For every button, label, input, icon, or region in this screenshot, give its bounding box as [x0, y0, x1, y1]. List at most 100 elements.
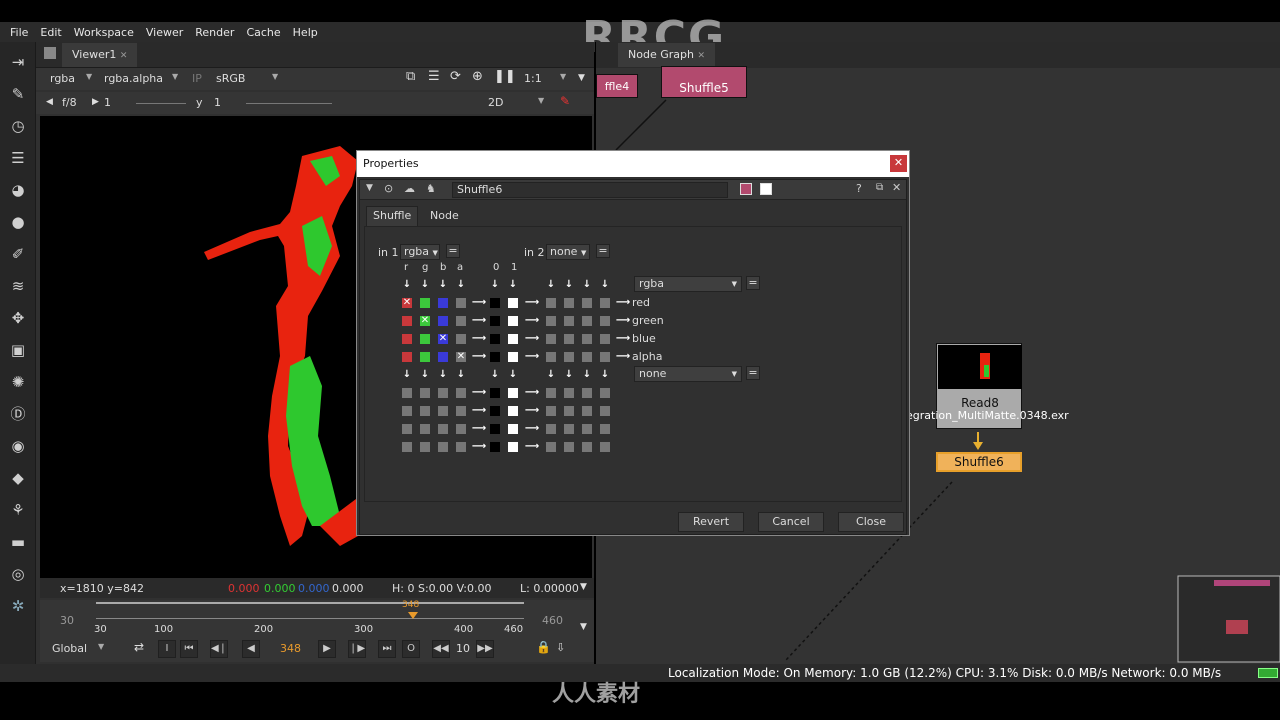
matrix-cell[interactable] — [546, 424, 556, 434]
play-forward-icon[interactable]: ▶ — [318, 640, 336, 658]
time-icon[interactable]: ◷ — [8, 116, 28, 136]
matrix-cell[interactable] — [456, 388, 466, 398]
current-frame-field[interactable]: 348 — [280, 642, 301, 655]
shuffle-matrix[interactable]: ↓ ↓ ↓ ↓ ↓ ↓ ↓ ↓ ↓ ↓ ✕ ⟶ ⟶ ⟶ ✕ ⟶ ⟶ ⟶ ✕ ⟶ ⟶ ⟶ ✕ ⟶ ⟶ ⟶ ↓ ↓ ↓ ↓ ↓ ↓ ↓ ↓ ↓ ↓ ⟶ ⟶ ⟶ ⟶… — [360, 180, 906, 534]
matrix-cell[interactable]: ✕ — [402, 298, 412, 308]
matrix-cell[interactable] — [582, 352, 592, 362]
matrix-cell[interactable] — [456, 442, 466, 452]
matrix-cell[interactable] — [600, 352, 610, 362]
matrix-cell-one[interactable] — [508, 298, 518, 308]
info-dropdown-icon[interactable]: ▼ — [580, 582, 587, 592]
pause-icon[interactable]: ❚❚ — [494, 69, 516, 84]
matrix-cell-one[interactable] — [508, 352, 518, 362]
cancel-button[interactable]: Cancel — [758, 512, 824, 532]
matrix-cell[interactable] — [438, 406, 448, 416]
menu-render[interactable]: Render — [189, 26, 240, 39]
matrix-cell-one[interactable] — [508, 334, 518, 344]
matrix-cell-one[interactable] — [508, 424, 518, 434]
dialog-titlebar[interactable]: Properties ✕ — [357, 151, 909, 177]
menu-cache[interactable]: Cache — [240, 26, 286, 39]
matrix-cell-zero[interactable] — [490, 334, 500, 344]
matrix-cell[interactable] — [546, 298, 556, 308]
matrix-cell[interactable] — [564, 388, 574, 398]
matrix-cell-zero[interactable] — [490, 316, 500, 326]
matrix-cell[interactable] — [420, 442, 430, 452]
matrix-cell[interactable] — [546, 316, 556, 326]
matrix-cell-zero[interactable] — [490, 352, 500, 362]
matrix-cell-zero[interactable] — [490, 298, 500, 308]
matrix-cell[interactable] — [600, 334, 610, 344]
close-button[interactable]: Close — [838, 512, 904, 532]
matrix-cell[interactable] — [420, 388, 430, 398]
frame-step-field[interactable]: 10 — [456, 642, 470, 655]
matrix-cell[interactable] — [456, 334, 466, 344]
filter-icon[interactable]: ● — [8, 212, 28, 232]
transform-icon[interactable]: ✥ — [8, 308, 28, 328]
plugins-icon[interactable]: ✲ — [8, 596, 28, 616]
fstop-left-icon[interactable]: ◀ — [46, 97, 53, 107]
matrix-cell[interactable] — [402, 388, 412, 398]
tab-viewer1[interactable]: Viewer1 ✕ — [62, 43, 138, 67]
matrix-cell[interactable] — [600, 298, 610, 308]
matrix-cell[interactable] — [582, 334, 592, 344]
3d-icon[interactable]: ▣ — [8, 340, 28, 360]
fstop-right-icon[interactable]: ▶ — [92, 97, 99, 107]
timeline[interactable]: 30 460 30 100 200 300 400 460 348 ▼ — [40, 600, 594, 638]
matrix-cell[interactable] — [438, 424, 448, 434]
gain-value[interactable]: 1 — [104, 96, 111, 109]
matrix-cell[interactable] — [420, 334, 430, 344]
matrix-cell[interactable] — [456, 424, 466, 434]
toolsets-icon[interactable]: ⚘ — [8, 500, 28, 520]
matrix-cell[interactable] — [582, 388, 592, 398]
timeline-menu-icon[interactable]: ▼ — [580, 622, 587, 632]
menu-help[interactable]: Help — [287, 26, 324, 39]
matrix-cell[interactable] — [402, 334, 412, 344]
matrix-cell[interactable] — [582, 406, 592, 416]
matrix-cell[interactable] — [582, 424, 592, 434]
matrix-cell[interactable] — [564, 298, 574, 308]
playhead[interactable] — [408, 612, 418, 619]
scope-select[interactable]: Global — [52, 642, 87, 655]
cache-icon[interactable]: ⇩ — [556, 641, 565, 654]
step-back-icon[interactable]: ◀ — [242, 640, 260, 658]
matrix-cell[interactable] — [420, 298, 430, 308]
matrix-cell[interactable] — [546, 406, 556, 416]
matrix-cell[interactable] — [438, 316, 448, 326]
menu-file[interactable]: File — [4, 26, 34, 39]
wipe-icon[interactable]: ⧉ — [406, 69, 415, 84]
mode-select[interactable]: 2D — [488, 96, 503, 109]
matrix-cell-one[interactable] — [508, 442, 518, 452]
matrix-cell[interactable]: ✕ — [456, 352, 466, 362]
other-icon[interactable]: ▬ — [8, 532, 28, 552]
skip-forward-icon[interactable]: ▶▶ — [476, 640, 494, 658]
prev-keyframe-icon[interactable]: ◀❘ — [210, 640, 228, 658]
draw-icon[interactable]: ✎ — [8, 84, 28, 104]
matrix-cell[interactable] — [564, 406, 574, 416]
matrix-cell[interactable] — [438, 388, 448, 398]
particles-icon[interactable]: ✺ — [8, 372, 28, 392]
matrix-cell[interactable] — [546, 334, 556, 344]
gamma-value[interactable]: 1 — [214, 96, 221, 109]
last-frame-icon[interactable]: ⏭ — [378, 640, 396, 658]
channels-select[interactable]: rgba — [50, 72, 75, 85]
first-frame-icon[interactable]: ⏮ — [180, 640, 198, 658]
matrix-cell[interactable] — [438, 298, 448, 308]
matrix-cell-one[interactable] — [508, 388, 518, 398]
matrix-cell[interactable] — [456, 316, 466, 326]
matrix-cell[interactable] — [402, 406, 412, 416]
matrix-cell[interactable] — [600, 388, 610, 398]
matrix-cell[interactable] — [564, 352, 574, 362]
matrix-cell[interactable] — [600, 406, 610, 416]
matrix-cell[interactable]: ✕ — [420, 316, 430, 326]
in-point-button[interactable]: I — [158, 640, 176, 658]
ip-button[interactable]: IP — [192, 72, 202, 85]
matrix-cell[interactable] — [402, 316, 412, 326]
matrix-cell[interactable] — [564, 334, 574, 344]
zoom-select[interactable]: 1:1 — [524, 72, 542, 85]
matrix-cell[interactable] — [456, 298, 466, 308]
matrix-cell[interactable] — [564, 442, 574, 452]
matrix-cell-zero[interactable] — [490, 406, 500, 416]
gamma-slider[interactable] — [246, 103, 332, 104]
out-point-button[interactable]: O — [402, 640, 420, 658]
matrix-cell[interactable]: ✕ — [438, 334, 448, 344]
